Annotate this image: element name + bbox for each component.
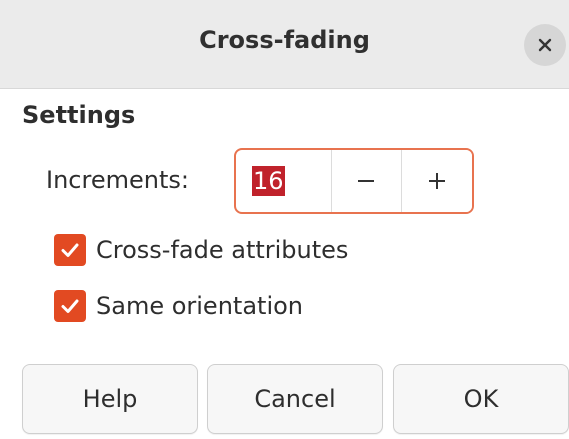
increments-label: Increments: bbox=[46, 166, 189, 194]
increments-input[interactable]: 16 bbox=[236, 150, 331, 212]
decrement-button[interactable] bbox=[330, 150, 402, 212]
checkmark-icon bbox=[61, 243, 79, 257]
cross-fade-attributes-option[interactable]: Cross-fade attributes bbox=[54, 234, 348, 266]
same-orientation-label: Same orientation bbox=[96, 292, 303, 320]
close-button[interactable] bbox=[524, 24, 566, 66]
help-button[interactable]: Help bbox=[22, 364, 198, 434]
minus-icon bbox=[358, 180, 375, 182]
cross-fading-dialog: Cross-fading Settings Increments: 16 Cro… bbox=[0, 0, 569, 439]
cross-fade-attributes-label: Cross-fade attributes bbox=[96, 236, 349, 264]
close-icon bbox=[538, 38, 552, 52]
same-orientation-option[interactable]: Same orientation bbox=[54, 290, 303, 322]
same-orientation-checkbox[interactable] bbox=[54, 290, 86, 322]
settings-heading: Settings bbox=[22, 101, 136, 129]
plus-icon bbox=[429, 173, 446, 189]
title-bar: Cross-fading bbox=[0, 0, 569, 89]
ok-button[interactable]: OK bbox=[393, 364, 569, 434]
increment-button[interactable] bbox=[401, 150, 472, 212]
increments-value: 16 bbox=[252, 166, 285, 196]
increments-spinbox: 16 bbox=[234, 148, 474, 214]
cross-fade-attributes-checkbox[interactable] bbox=[54, 234, 86, 266]
cancel-button[interactable]: Cancel bbox=[207, 364, 383, 434]
dialog-title: Cross-fading bbox=[199, 26, 370, 54]
checkmark-icon bbox=[61, 299, 79, 313]
